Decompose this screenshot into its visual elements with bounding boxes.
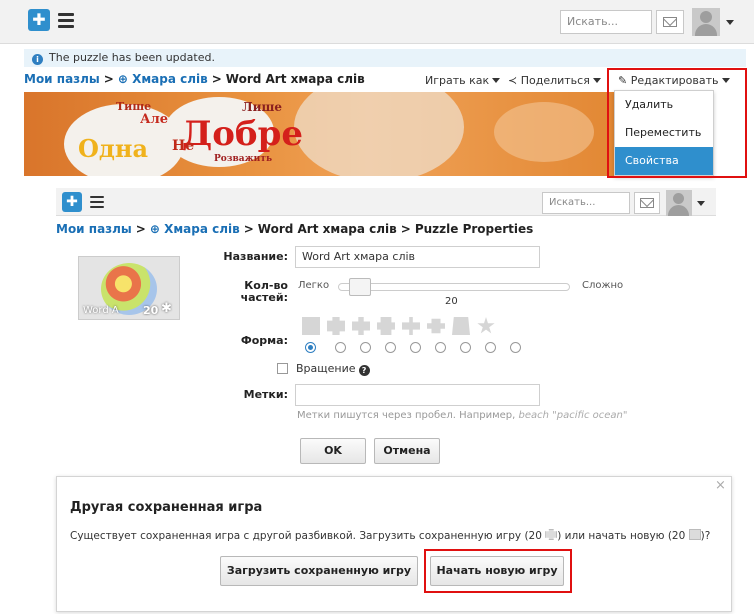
- puzzle-piece-icon: ✱: [161, 301, 172, 316]
- dialog-message-part2: ) или начать новую (20: [557, 530, 686, 542]
- banner-word: Лише: [242, 100, 283, 114]
- messages-button[interactable]: [634, 192, 660, 214]
- banner-word: Добре: [182, 114, 303, 154]
- hard-label: Сложно: [582, 280, 624, 291]
- shape-classic-4-icon[interactable]: [402, 317, 420, 335]
- shape-radio-2[interactable]: [335, 342, 346, 353]
- breadcrumb-folder[interactable]: Хмара слів: [132, 72, 208, 86]
- banner-word: Одна: [78, 134, 149, 163]
- shape-wavy-icon[interactable]: [452, 317, 470, 335]
- avatar[interactable]: [692, 8, 720, 36]
- banner-word: Не: [172, 138, 195, 154]
- highlight-box: [607, 68, 747, 178]
- update-notice: i The puzzle has been updated.: [24, 49, 746, 67]
- dialog-message-part1: Существует сохраненная игра с другой раз…: [70, 530, 542, 542]
- info-icon: i: [32, 54, 43, 65]
- search-input[interactable]: Искать...: [560, 10, 652, 34]
- help-icon[interactable]: ?: [358, 365, 370, 376]
- thumbnail-caption: Word A: [83, 305, 119, 316]
- shape-radio-9[interactable]: [510, 342, 521, 353]
- pieces-label-line2: частей:: [240, 291, 288, 304]
- globe-icon: ⊕: [149, 222, 165, 236]
- breadcrumb-my-puzzles[interactable]: Мои пазлы: [24, 72, 100, 86]
- app-logo-icon[interactable]: ✚: [62, 192, 82, 212]
- breadcrumb: Мои пазлы > ⊕ Хмара слів > Word Art хмара сл…: [56, 222, 534, 236]
- mail-icon: [640, 198, 654, 208]
- ok-button[interactable]: OK: [300, 438, 366, 464]
- share-button[interactable]: ≺ Поделиться: [508, 74, 601, 87]
- user-menu-chevron-down-icon[interactable]: [697, 201, 705, 206]
- messages-button[interactable]: [656, 10, 684, 34]
- rotation-text: Вращение: [296, 362, 356, 375]
- pieces-label: Кол-во частей:: [210, 280, 288, 304]
- saved-game-dialog: [56, 476, 732, 612]
- share-icon: ≺: [508, 74, 521, 87]
- shape-radio-4[interactable]: [385, 342, 396, 353]
- tags-label: Метки:: [243, 388, 288, 401]
- shape-classic-2-icon[interactable]: [352, 317, 370, 335]
- banner-word: Розважить: [214, 154, 273, 164]
- shape-label: Форма:: [240, 334, 288, 347]
- breadcrumb-middle: Word Art хмара слів: [257, 222, 397, 236]
- pieces-slider[interactable]: [338, 283, 570, 291]
- name-label: Название:: [223, 250, 288, 263]
- notice-text: The puzzle has been updated.: [49, 51, 215, 64]
- shape-square-icon[interactable]: [302, 317, 320, 335]
- breadcrumb-current: Word Art хмара слів: [225, 72, 365, 86]
- tags-hint: Метки пишутся через пробел. Например, be…: [297, 410, 628, 421]
- puzzle-thumbnail: Word A 20 ✱: [78, 256, 180, 320]
- highlight-box: [424, 549, 572, 593]
- avatar[interactable]: [666, 190, 692, 216]
- chevron-down-icon: [492, 78, 501, 83]
- square-piece-icon: [688, 529, 701, 540]
- pieces-value: 20: [445, 296, 458, 307]
- mail-icon: [663, 17, 677, 27]
- tags-hint-text: Метки пишутся через пробел. Например,: [297, 410, 516, 421]
- hamburger-menu-icon[interactable]: [58, 13, 74, 31]
- breadcrumb-current: Puzzle Properties: [414, 222, 534, 236]
- shape-radio-1[interactable]: [305, 342, 316, 353]
- play-as-label: Играть как: [425, 74, 490, 87]
- pieces-slider-handle[interactable]: [349, 278, 371, 296]
- play-as-button[interactable]: Играть как: [425, 74, 501, 87]
- search-input[interactable]: Искать...: [542, 192, 630, 214]
- shape-radio-8[interactable]: [485, 342, 496, 353]
- user-menu-chevron-down-icon[interactable]: [726, 20, 734, 25]
- shape-radio-7[interactable]: [460, 342, 471, 353]
- breadcrumb-folder[interactable]: Хмара слів: [164, 222, 240, 236]
- load-saved-game-button[interactable]: Загрузить сохраненную игру: [220, 556, 418, 586]
- rotation-checkbox[interactable]: [277, 363, 288, 374]
- breadcrumb-my-puzzles[interactable]: Мои пазлы: [56, 222, 132, 236]
- easy-label: Легко: [298, 280, 330, 291]
- hamburger-menu-icon[interactable]: [90, 196, 104, 211]
- shape-classic-icon[interactable]: [327, 317, 345, 335]
- shape-classic-5-icon[interactable]: [427, 318, 445, 334]
- tags-field[interactable]: [295, 384, 540, 406]
- dialog-title: Другая сохраненная игра: [70, 500, 263, 515]
- banner-word: Але: [140, 112, 169, 127]
- banner-word: Тише: [116, 100, 152, 113]
- share-label: Поделиться: [520, 74, 590, 87]
- shape-radio-5[interactable]: [410, 342, 421, 353]
- globe-icon: ⊕: [117, 72, 133, 86]
- shape-star-icon[interactable]: [477, 317, 495, 334]
- shape-radio-6[interactable]: [435, 342, 446, 353]
- shape-radio-3[interactable]: [360, 342, 371, 353]
- tags-hint-example: beach "pacific ocean": [518, 410, 628, 421]
- dialog-close-icon[interactable]: ×: [715, 478, 726, 493]
- shape-classic-3-icon[interactable]: [377, 317, 395, 335]
- breadcrumb: Мои пазлы > ⊕ Хмара слів > Word Art хмара сл…: [24, 72, 365, 86]
- dialog-message: Существует сохраненная игра с другой раз…: [70, 529, 710, 542]
- app-logo-icon[interactable]: ✚: [28, 9, 50, 31]
- chevron-down-icon: [592, 78, 601, 83]
- puzzle-banner: Одна Добре Лише Але Розважить Тише Не: [24, 92, 650, 176]
- puzzle-piece-icon: [545, 529, 558, 540]
- dialog-message-part3: )?: [700, 530, 711, 542]
- cancel-button[interactable]: Отмена: [374, 438, 440, 464]
- thumbnail-piece-count: 20: [143, 304, 159, 317]
- name-field[interactable]: Word Art хмара слів: [295, 246, 540, 268]
- rotation-label: Вращение?: [296, 362, 370, 376]
